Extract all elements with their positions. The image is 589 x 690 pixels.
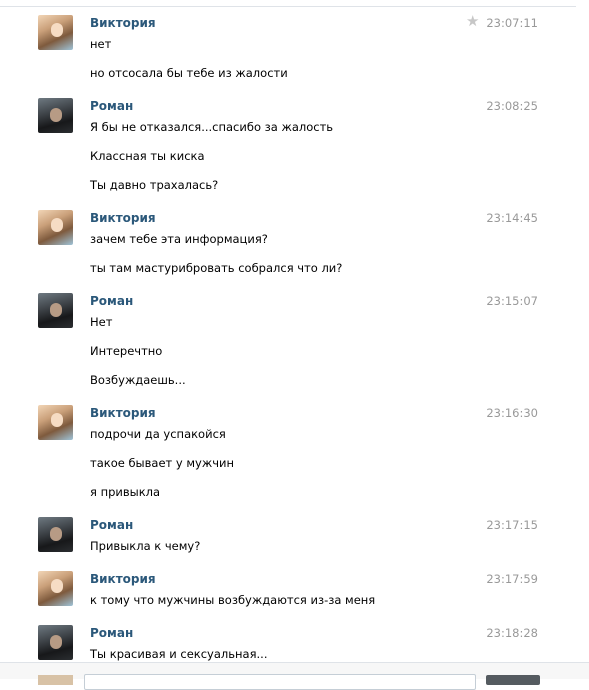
message-time[interactable]: 23:16:30 — [486, 406, 538, 420]
message-text: но отсосала бы тебе из жалости — [90, 66, 288, 80]
author-name[interactable]: Виктория — [90, 572, 156, 586]
message-text: к тому что мужчины возбуждаются из-за ме… — [90, 593, 376, 607]
message-group: Виктория 23:16:30 подрочи да успакойся тако… — [0, 405, 576, 514]
message-history: Виктория ★ 23:07:11 нет но отсосала бы тебе … — [0, 0, 589, 662]
avatar[interactable] — [38, 517, 73, 552]
message-input[interactable] — [84, 674, 476, 690]
message-time[interactable]: 23:07:11 — [486, 16, 538, 30]
author-name[interactable]: Роман — [90, 626, 133, 640]
author-name[interactable]: Виктория — [90, 16, 156, 30]
avatar-face — [51, 218, 63, 232]
message-text: подрочи да успакойся — [90, 427, 226, 441]
avatar[interactable] — [38, 293, 73, 328]
message-group: Роман 23:08:25 Я бы не отказался...спасибо… — [0, 98, 576, 207]
message-group: Виктория 23:17:59 к тому что мужчины возбу… — [0, 571, 576, 622]
recipient-avatar — [486, 675, 540, 685]
author-name[interactable]: Виктория — [90, 406, 156, 420]
message-group: Виктория ★ 23:07:11 нет но отсосала бы тебе … — [0, 14, 576, 95]
message-text: зачем тебе эта информация? — [90, 232, 268, 246]
author-name[interactable]: Роман — [90, 294, 133, 308]
message-group: Роман 23:15:07 Нет Интеречтно Возбуждаешь... — [0, 293, 576, 402]
avatar-face — [50, 635, 62, 649]
message-composer — [0, 663, 589, 690]
avatar[interactable] — [38, 15, 73, 50]
message-group: Роман 23:18:28 Ты красивая и сексуальная..… — [0, 625, 576, 662]
message-group: Роман 23:17:15 Привыкла к чему? — [0, 517, 576, 568]
author-name[interactable]: Роман — [90, 518, 133, 532]
avatar[interactable] — [38, 571, 73, 606]
message-text: такое бывает у мужчин — [90, 456, 234, 470]
message-group: Виктория 23:14:45 зачем тебе эта информаци… — [0, 210, 576, 290]
author-name[interactable]: Виктория — [90, 211, 156, 225]
message-text: Нет — [90, 315, 113, 329]
message-text: Ты давно трахалась? — [90, 178, 219, 192]
message-time[interactable]: 23:15:07 — [486, 294, 538, 308]
avatar-face — [50, 108, 62, 122]
my-avatar — [38, 675, 73, 685]
message-text: я привыкла — [90, 485, 161, 499]
avatar-face — [51, 23, 63, 37]
top-divider — [0, 6, 576, 7]
message-time[interactable]: 23:18:28 — [486, 626, 538, 640]
message-text: ты там мастурибровать собрался что ли? — [90, 261, 343, 275]
avatar-face — [50, 303, 62, 317]
message-text: Возбуждаешь... — [90, 373, 186, 387]
message-time[interactable]: 23:14:45 — [486, 211, 538, 225]
message-text: Интеречтно — [90, 344, 163, 358]
message-time[interactable]: 23:17:15 — [486, 518, 538, 532]
avatar[interactable] — [38, 405, 73, 440]
message-text: Классная ты киска — [90, 149, 205, 163]
message-text: Привыкла к чему? — [90, 539, 201, 553]
avatar[interactable] — [38, 210, 73, 245]
star-icon[interactable]: ★ — [466, 14, 479, 29]
avatar-face — [51, 413, 63, 427]
message-text: Я бы не отказался...спасибо за жалость — [90, 120, 334, 134]
message-time[interactable]: 23:08:25 — [486, 99, 538, 113]
avatar[interactable] — [38, 98, 73, 133]
avatar-face — [50, 527, 62, 541]
author-name[interactable]: Роман — [90, 99, 133, 113]
message-time[interactable]: 23:17:59 — [486, 572, 538, 586]
avatar[interactable] — [38, 625, 73, 660]
message-text: Ты красивая и сексуальная... — [90, 647, 268, 661]
avatar-face — [51, 579, 63, 593]
message-text: нет — [90, 37, 112, 51]
